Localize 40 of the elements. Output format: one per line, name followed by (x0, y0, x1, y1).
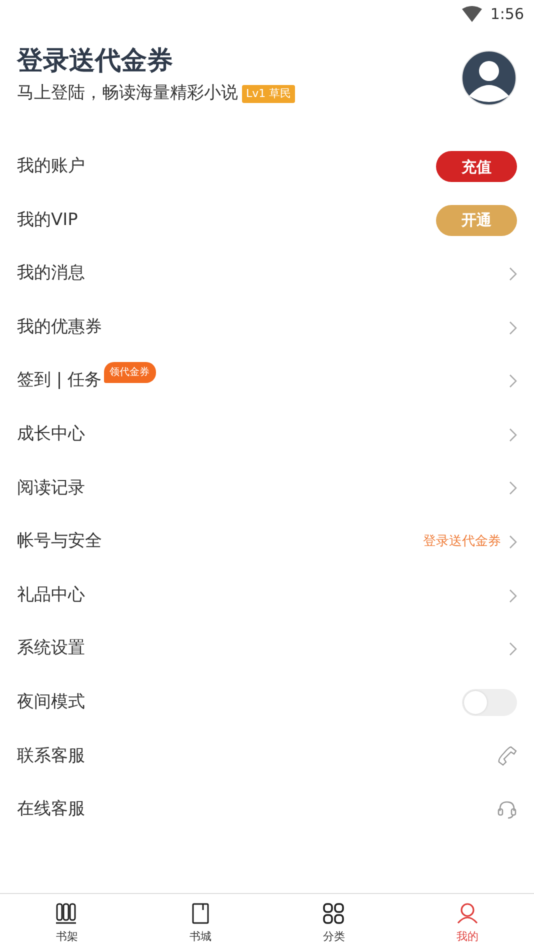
chevron-icon (509, 642, 517, 656)
grid-icon[interactable] (322, 902, 346, 925)
chevron-icon (509, 534, 517, 549)
headset-icon[interactable] (497, 800, 517, 820)
subtitle: 马上登陆，畅读海量精彩小说 (17, 82, 238, 106)
menu-item[interactable]: 我的消息 (17, 261, 85, 287)
tab-label[interactable]: 书架 (56, 929, 78, 946)
clock: 1:56 (490, 4, 524, 25)
person-icon[interactable] (456, 902, 479, 925)
menu-item[interactable]: 联系客服 (17, 744, 85, 770)
menu-item[interactable]: 我的VIP (17, 208, 78, 234)
tab-label[interactable]: 我的 (456, 929, 478, 946)
menu-item[interactable]: 在线客服 (17, 797, 85, 823)
hint-text: 登录送代金券 (423, 533, 501, 552)
menu-item[interactable]: 签到 | 任务 (17, 368, 102, 394)
chevron-icon (509, 588, 517, 603)
bookshelf-icon[interactable] (55, 902, 78, 925)
chevron-icon (509, 266, 517, 281)
menu-item[interactable]: 成长中心 (17, 422, 85, 448)
menu-item[interactable]: 我的优惠券 (17, 314, 102, 340)
tab-label[interactable]: 分类 (322, 929, 345, 946)
menu-item[interactable]: 系统设置 (17, 636, 85, 662)
chevron-icon (509, 428, 517, 442)
avatar-icon[interactable] (461, 50, 517, 106)
menu-item[interactable]: 夜间模式 (17, 690, 85, 716)
chevron-icon (509, 481, 517, 496)
toggle-switch[interactable] (462, 689, 517, 716)
action-button[interactable]: 充值 (436, 151, 517, 182)
login-title[interactable]: 登录送代金券 (17, 46, 296, 78)
phone-icon[interactable] (497, 746, 517, 766)
menu-item[interactable]: 阅读记录 (17, 476, 85, 502)
chevron-icon (509, 320, 517, 335)
menu-item[interactable]: 我的账户 (17, 154, 85, 180)
wifi-icon (462, 6, 482, 22)
promo-bubble: 领代金券 (104, 362, 156, 383)
menu-item[interactable]: 帐号与安全 (17, 529, 102, 555)
level-badge: Lv1 草民 (242, 84, 296, 104)
tab-label[interactable]: 书城 (189, 929, 212, 946)
chevron-icon (509, 374, 517, 388)
menu-item[interactable]: 礼品中心 (17, 582, 85, 608)
